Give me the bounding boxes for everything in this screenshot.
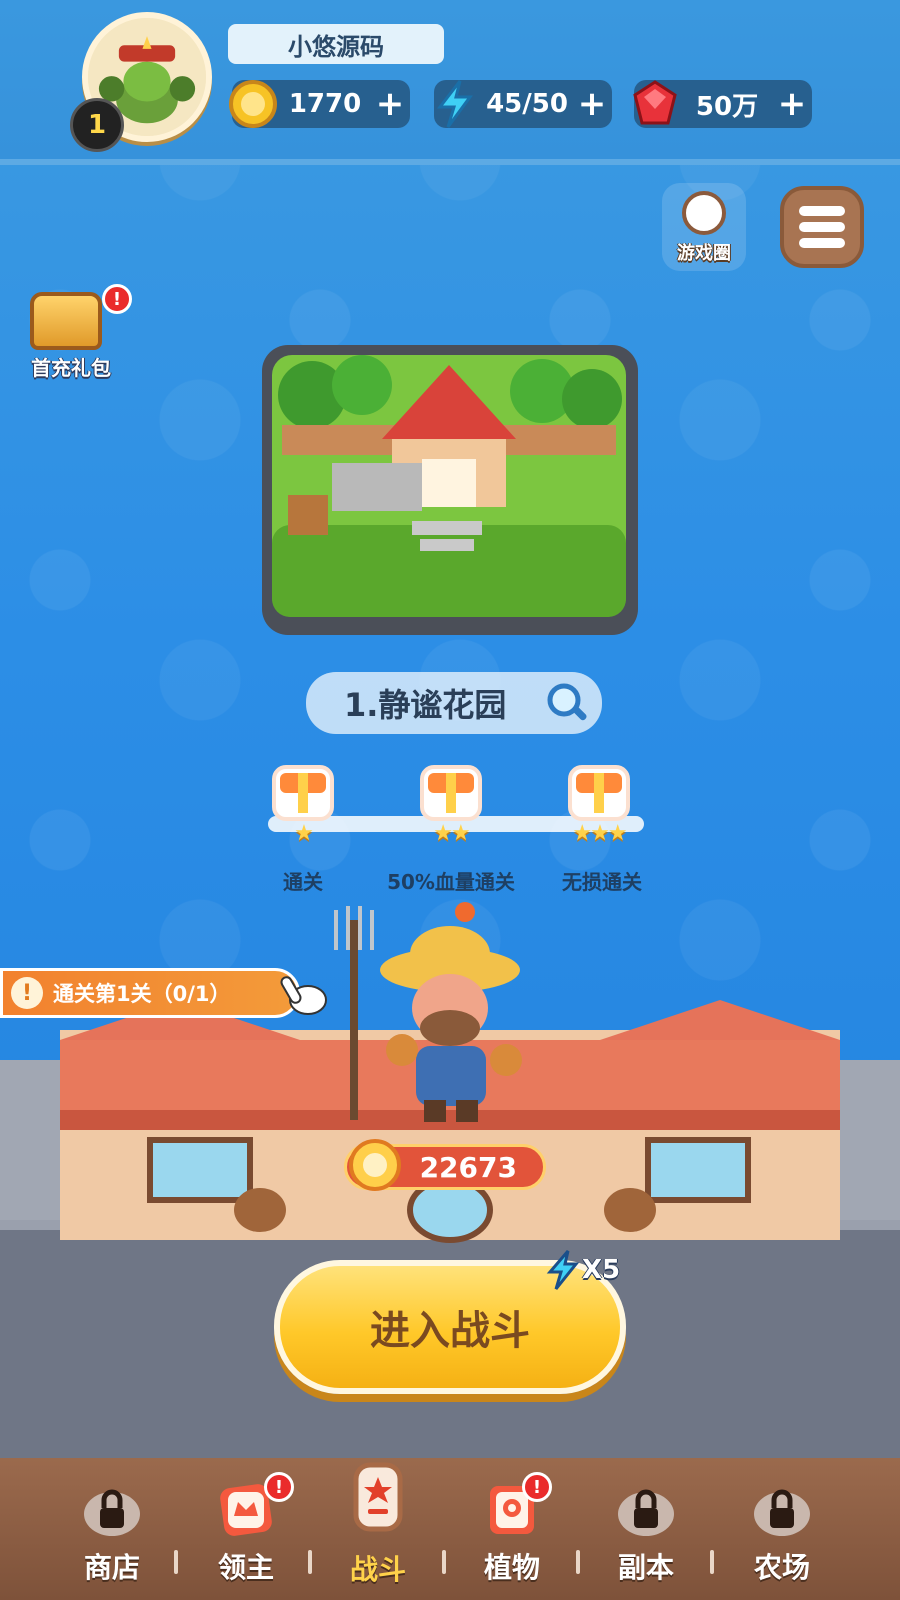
star-rating: ★★	[433, 821, 470, 846]
stage-map-card[interactable]	[262, 345, 638, 635]
battle-banner-icon	[353, 1462, 403, 1532]
pointing-hand-icon	[280, 968, 334, 1022]
menu-line-icon	[799, 238, 845, 248]
player-name[interactable]: 小悠源码	[228, 24, 444, 64]
energy-counter: 45/50 +	[434, 80, 612, 128]
bottom-navigation: 商店 ! 领主 战斗 ! 植物 副本 农场	[0, 1458, 900, 1600]
nav-label: 农场	[753, 1551, 810, 1584]
lock-icon	[618, 1489, 674, 1536]
menu-line-icon	[799, 222, 845, 232]
nav-divider	[442, 1550, 446, 1574]
add-coins-button[interactable]: +	[370, 87, 410, 121]
reward-chest-3[interactable]: ★★★	[558, 757, 640, 846]
gem-counter: 50万 +	[633, 80, 812, 128]
quest-tracker-banner[interactable]: ! 通关第1关（0/1）	[0, 968, 300, 1018]
reward-chest-1[interactable]: ★	[262, 757, 344, 846]
menu-line-icon	[799, 206, 845, 216]
first-recharge-gift-button[interactable]: ! 首充礼包	[16, 284, 132, 380]
nav-farm[interactable]: 农场	[722, 1480, 842, 1590]
nav-label: 领主	[217, 1551, 274, 1584]
garden-map-illustration	[272, 355, 626, 617]
player-level-badge: 1	[70, 98, 124, 152]
alert-badge: !	[102, 284, 132, 314]
nav-dungeon[interactable]: 副本	[586, 1480, 706, 1590]
star-rating: ★★★	[572, 821, 627, 846]
nav-divider	[308, 1550, 312, 1574]
reward-label-half-hp: 50%血量通关	[387, 870, 515, 894]
nav-label: 植物	[483, 1551, 540, 1584]
gift-box-icon	[272, 765, 334, 821]
gift-box-icon	[568, 765, 630, 821]
nav-lord[interactable]: ! 领主	[186, 1472, 306, 1590]
coin-counter: 1770 +	[229, 80, 410, 128]
nav-divider	[576, 1550, 580, 1574]
lightning-icon	[428, 77, 482, 131]
treasure-chest-icon	[30, 292, 102, 350]
nav-divider	[174, 1550, 178, 1574]
main-menu-button[interactable]	[780, 186, 864, 268]
add-energy-button[interactable]: +	[572, 87, 612, 121]
coin-icon	[226, 77, 280, 131]
quest-text: 通关第1关（0/1）	[53, 982, 231, 1006]
alert-badge: !	[522, 1472, 552, 1502]
energy-value: 45/50	[486, 89, 568, 119]
nav-label: 副本	[617, 1551, 674, 1584]
nav-label: 商店	[83, 1551, 140, 1584]
coin-value: 1770	[288, 89, 362, 119]
add-gems-button[interactable]: +	[772, 87, 812, 121]
lightning-icon	[546, 1250, 580, 1290]
nav-divider	[710, 1550, 714, 1574]
alert-badge: !	[264, 1472, 294, 1502]
game-circle-label: 游戏圈	[677, 243, 731, 264]
ruby-icon	[628, 77, 682, 131]
magnifier-icon[interactable]	[544, 680, 592, 728]
combat-power-value: 22673	[419, 1150, 517, 1184]
energy-cost-value: X5	[582, 1255, 621, 1285]
first-gift-label: 首充礼包	[31, 356, 111, 380]
gem-value: 50万	[695, 91, 759, 122]
combat-power-icon	[344, 1134, 406, 1196]
nav-battle[interactable]: 战斗	[318, 1462, 438, 1586]
warning-icon: !	[11, 977, 43, 1009]
lock-icon	[84, 1489, 140, 1536]
nav-label-active: 战斗	[349, 1553, 406, 1586]
energy-cost-tag: X5	[546, 1248, 638, 1292]
nav-plants[interactable]: ! 植物	[452, 1472, 572, 1590]
gift-box-icon	[420, 765, 482, 821]
reward-chest-2[interactable]: ★★	[410, 757, 492, 846]
game-circle-button[interactable]: 游戏圈	[662, 183, 746, 271]
camera-aperture-icon	[682, 191, 726, 235]
farmer-hero-character[interactable]	[320, 900, 540, 1140]
star-rating: ★	[294, 821, 314, 846]
farmer-icon	[334, 902, 522, 1122]
reward-label-clear: 通关	[283, 870, 323, 894]
reward-label-no-damage: 无损通关	[562, 870, 642, 894]
nav-shop[interactable]: 商店	[52, 1480, 172, 1590]
lock-icon	[754, 1489, 810, 1536]
